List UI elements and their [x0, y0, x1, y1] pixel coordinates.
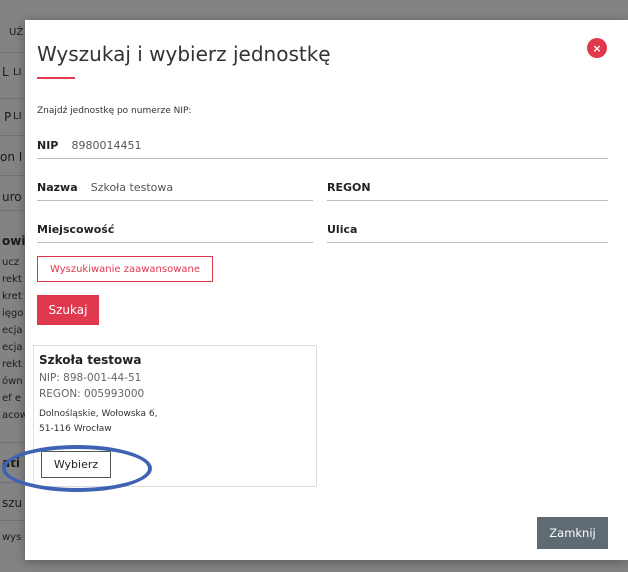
street-field[interactable]: Ulica — [327, 218, 608, 243]
nip-search-hint: Znajdź jednostkę po numerze NIP: — [37, 106, 192, 116]
nip-field[interactable]: NIP 8980014451 — [37, 134, 608, 159]
street-label: Ulica — [327, 223, 358, 236]
result-name: Szkoła testowa — [39, 353, 142, 367]
dialog-title: Wyszukaj i wybierz jednostkę — [37, 42, 331, 66]
title-underline — [37, 77, 75, 79]
search-button[interactable]: Szukaj — [37, 295, 99, 325]
choose-button[interactable]: Wybierz — [41, 451, 111, 478]
result-address-line2: 51-116 Wrocław — [39, 424, 112, 434]
name-field[interactable]: Nazwa Szkoła testowa — [37, 176, 313, 201]
city-field[interactable]: Miejscowość — [37, 218, 313, 243]
city-label: Miejscowość — [37, 223, 115, 236]
nip-label: NIP — [37, 139, 59, 152]
name-value[interactable]: Szkoła testowa — [91, 181, 173, 194]
close-icon[interactable]: × — [587, 38, 607, 58]
advanced-search-button[interactable]: Wyszukiwanie zaawansowane — [37, 256, 213, 282]
result-nip: NIP: 898-001-44-51 — [39, 372, 142, 384]
name-label: Nazwa — [37, 181, 78, 194]
result-address-line1: Dolnośląskie, Wołowska 6, — [39, 409, 158, 419]
search-unit-dialog: Wyszukaj i wybierz jednostkę × Znajdź je… — [25, 20, 628, 560]
result-card: Szkoła testowa NIP: 898-001-44-51 REGON:… — [33, 345, 317, 487]
close-button[interactable]: Zamknij — [537, 517, 608, 549]
result-regon: REGON: 005993000 — [39, 388, 145, 400]
regon-field[interactable]: REGON — [327, 176, 608, 201]
nip-value[interactable]: 8980014451 — [71, 139, 141, 152]
regon-label: REGON — [327, 181, 371, 194]
